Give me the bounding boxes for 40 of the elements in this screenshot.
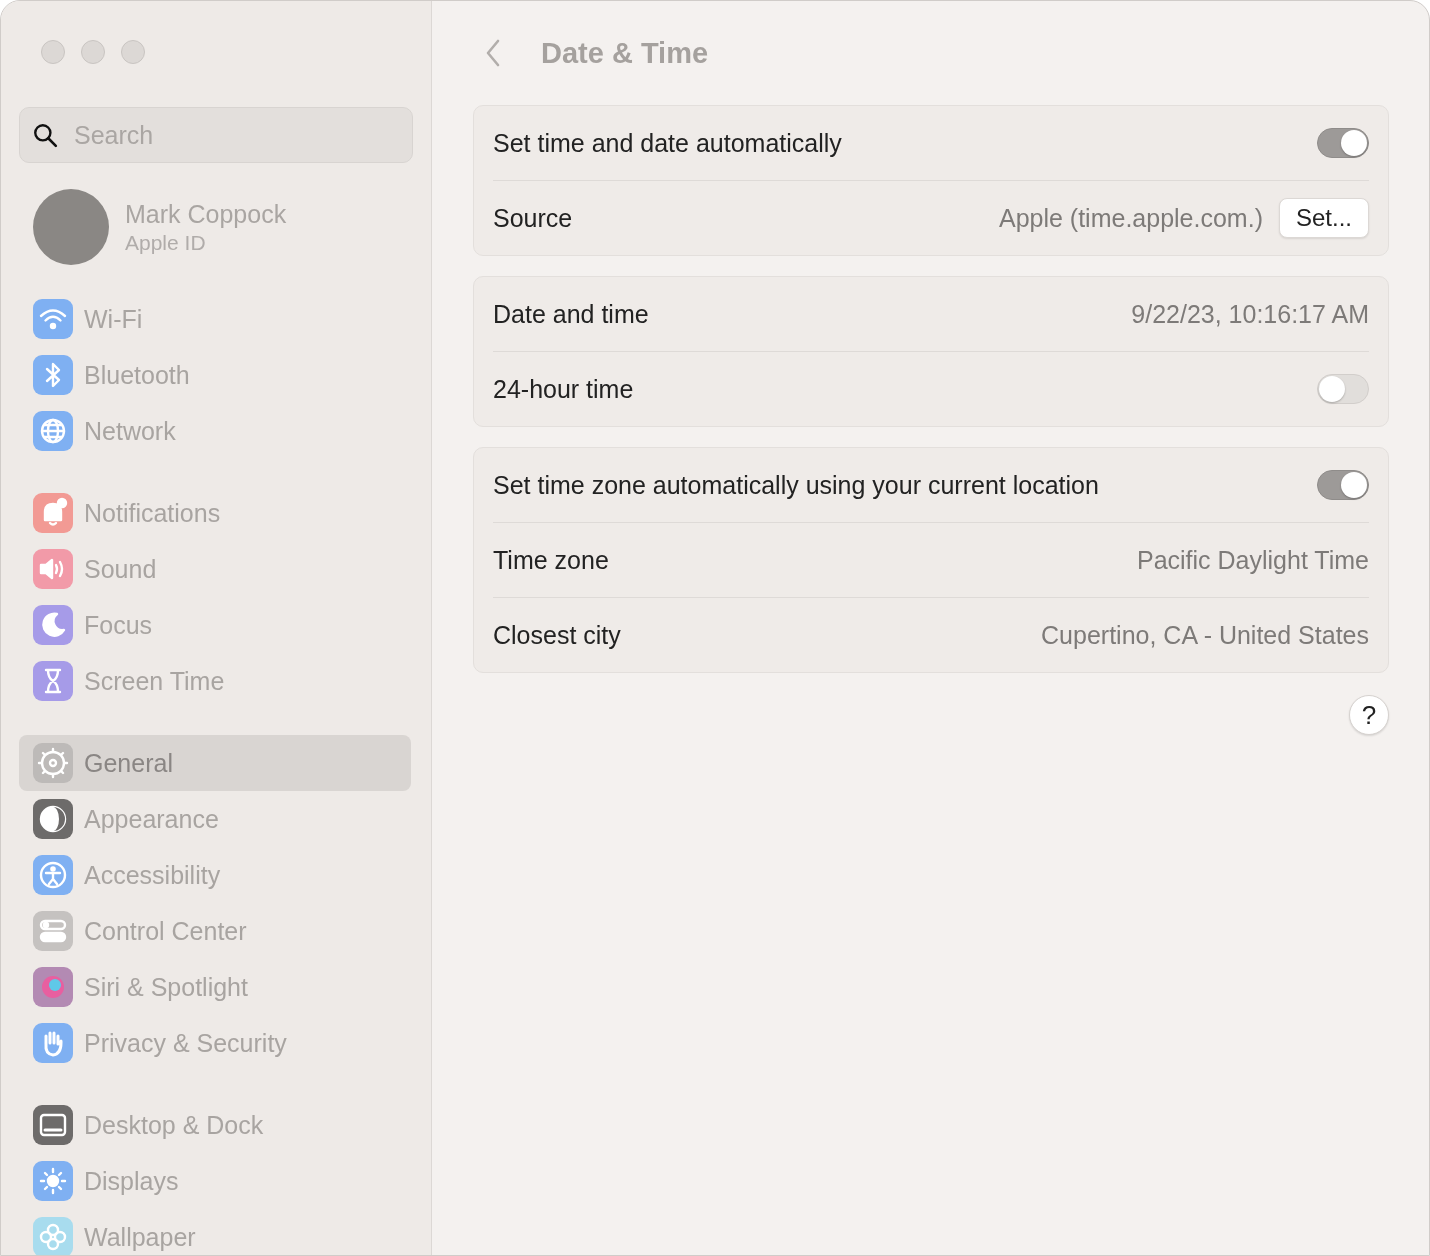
- sidebar-item[interactable]: Accessibility: [19, 847, 411, 903]
- sidebar-item[interactable]: Screen Time: [19, 653, 411, 709]
- sidebar-item[interactable]: Wi-Fi: [19, 291, 411, 347]
- close-button[interactable]: [41, 40, 65, 64]
- row-value: Apple (time.apple.com.): [998, 203, 1263, 233]
- row-value: Cupertino, CA - United States: [1041, 620, 1369, 650]
- back-chevron-icon[interactable]: [485, 39, 501, 67]
- row-label: Set time and date automatically: [493, 128, 843, 158]
- row-label: Time zone: [493, 545, 610, 575]
- sidebar-item[interactable]: General: [19, 735, 411, 791]
- sidebar-item[interactable]: Sound: [19, 541, 411, 597]
- row-label: Date and time: [493, 299, 650, 329]
- row-label: 24-hour time: [493, 374, 635, 404]
- search-field[interactable]: Search: [19, 107, 413, 163]
- account-subtitle: Apple ID: [125, 230, 207, 255]
- account-name[interactable]: Mark Coppock: [125, 199, 287, 229]
- sidebar-item[interactable]: Wallpaper: [19, 1209, 411, 1255]
- row-value: Pacific Daylight Time: [1136, 545, 1369, 575]
- sidebar-item[interactable]: Desktop & Dock: [19, 1097, 411, 1153]
- minimize-button[interactable]: [81, 40, 105, 64]
- sidebar-item[interactable]: Displays: [19, 1153, 411, 1209]
- window-title: Date & Time: [541, 36, 709, 70]
- toggle-switch[interactable]: [1317, 374, 1369, 404]
- row-label: Source: [493, 203, 574, 233]
- sidebar-item[interactable]: Control Center: [19, 903, 411, 959]
- sidebar-item[interactable]: Notifications: [19, 485, 411, 541]
- sidebar-item[interactable]: Focus: [19, 597, 411, 653]
- sidebar-item[interactable]: Privacy & Security: [19, 1015, 411, 1071]
- row-label: Closest city: [493, 620, 622, 650]
- sidebar-item[interactable]: Siri & Spotlight: [19, 959, 411, 1015]
- sidebar-item[interactable]: Appearance: [19, 791, 411, 847]
- zoom-button[interactable]: [121, 40, 145, 64]
- toggle-switch[interactable]: [1317, 128, 1369, 158]
- toggle-switch[interactable]: [1317, 470, 1369, 500]
- set-button[interactable]: Set...: [1278, 198, 1369, 238]
- sidebar-item[interactable]: Bluetooth: [19, 347, 411, 403]
- row-value: 9/22/23, 10:16:17 AM: [1131, 299, 1369, 329]
- row-label: Set time zone automatically using your current location: [493, 470, 1100, 500]
- sidebar-item[interactable]: Network: [19, 403, 411, 459]
- help-button[interactable]: ?: [1349, 695, 1389, 735]
